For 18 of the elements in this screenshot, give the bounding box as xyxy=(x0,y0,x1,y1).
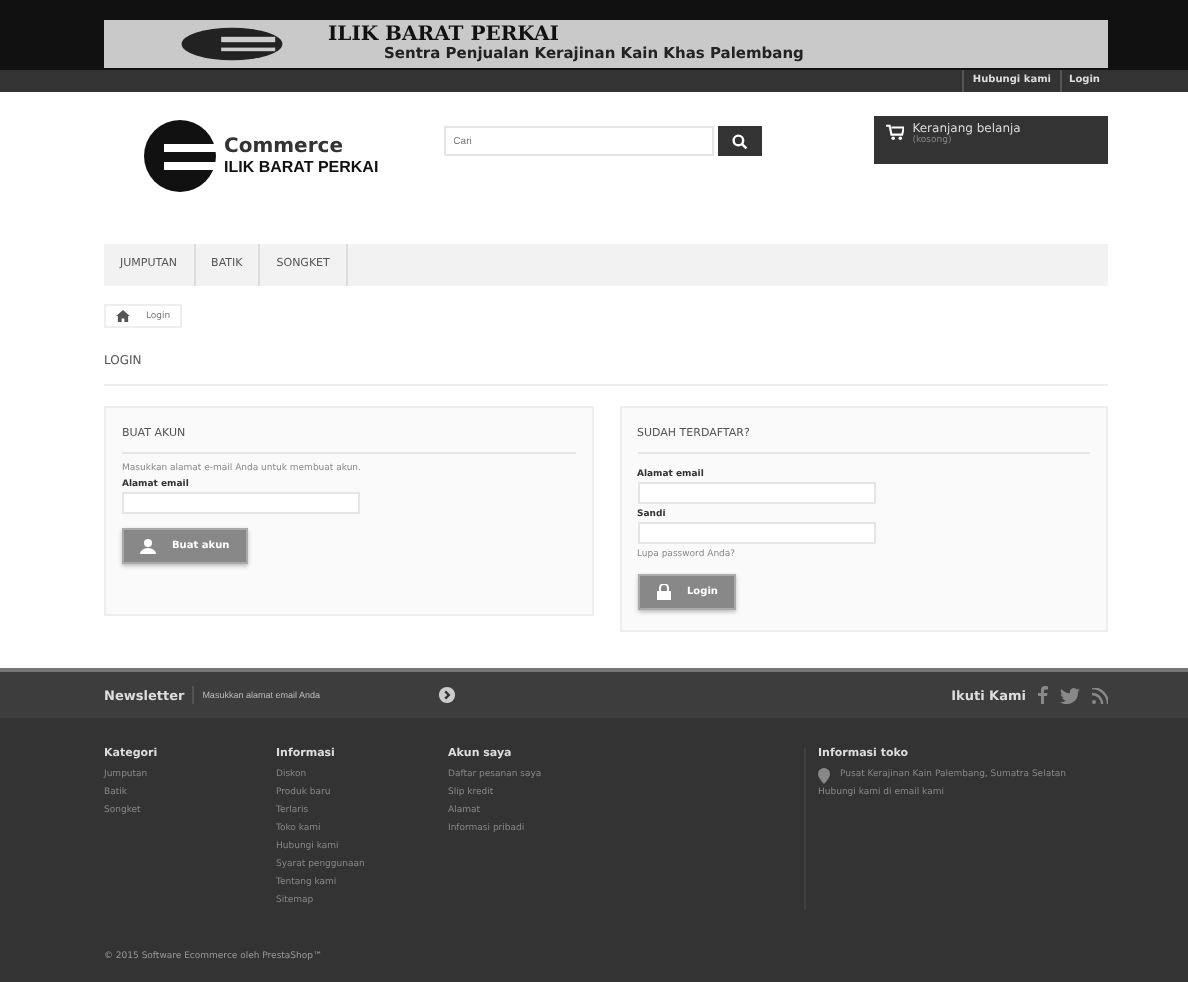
cart-icon xyxy=(886,124,905,140)
logo-text: Commerce xyxy=(224,136,345,158)
password-field[interactable] xyxy=(637,522,875,544)
twitter-icon[interactable] xyxy=(1060,687,1080,703)
logo-icon xyxy=(140,116,220,196)
rss-icon[interactable] xyxy=(1092,687,1108,703)
banner-title: ILIK BARAT PERKAI xyxy=(328,26,559,47)
user-icon xyxy=(140,538,156,554)
email-field[interactable] xyxy=(122,492,360,514)
facebook-icon[interactable] xyxy=(1038,686,1048,704)
email-field[interactable] xyxy=(637,482,875,504)
lock-icon xyxy=(655,584,671,600)
home-icon[interactable] xyxy=(116,310,130,322)
submit-icon[interactable] xyxy=(438,686,457,704)
map-pin-icon xyxy=(818,767,830,783)
search-button[interactable] xyxy=(717,126,762,156)
search-icon xyxy=(731,133,748,149)
logo-tagline: ILIK BARAT PERKAI xyxy=(224,158,379,176)
